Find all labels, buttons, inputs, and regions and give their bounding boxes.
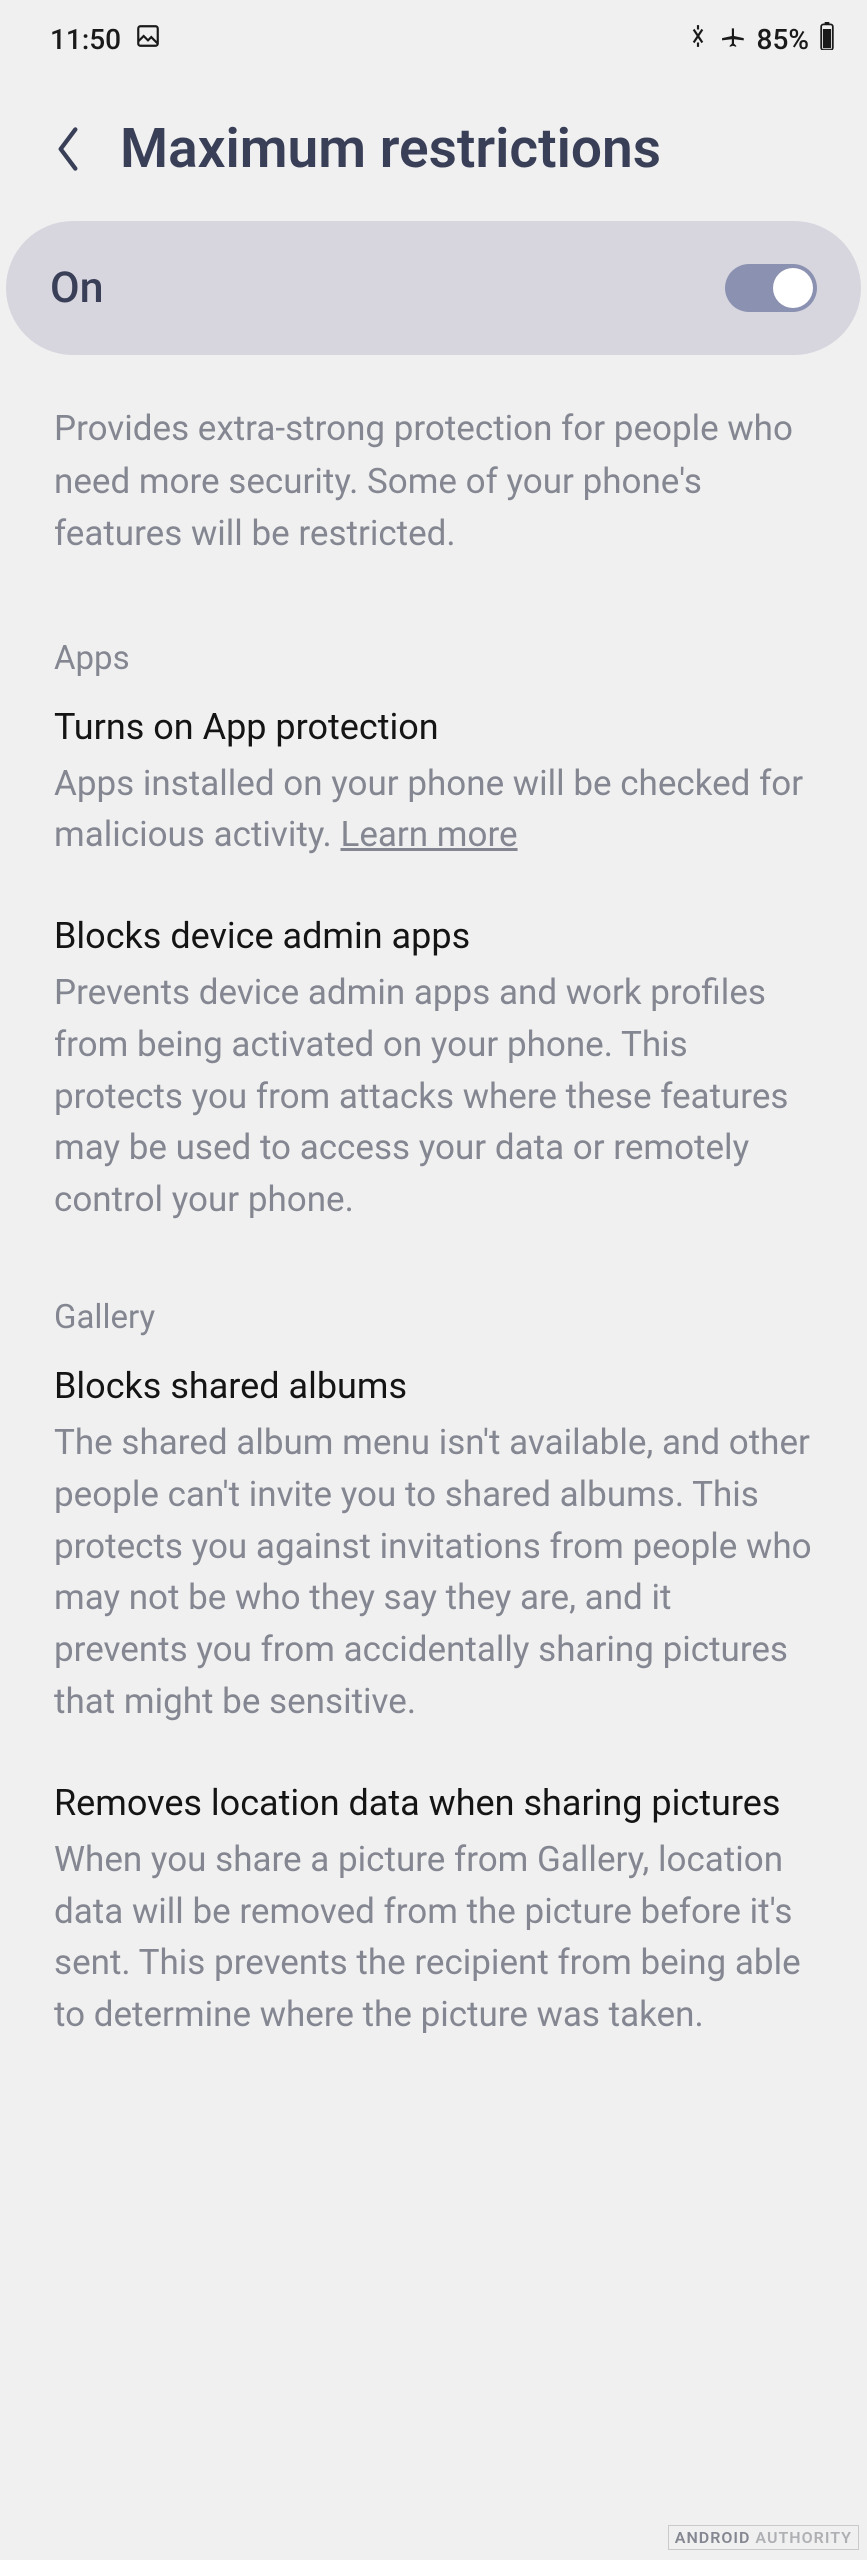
picture-icon — [135, 23, 161, 56]
section-label-apps: Apps — [0, 591, 867, 690]
section-label-gallery: Gallery — [0, 1250, 867, 1349]
switch-knob — [773, 268, 813, 308]
item-desc: The shared album menu isn't available, a… — [0, 1413, 867, 1752]
item-title: Removes location data when sharing pictu… — [0, 1752, 867, 1830]
toggle-label: On — [50, 263, 104, 313]
item-title: Turns on App protection — [0, 690, 867, 754]
item-desc: Prevents device admin apps and work prof… — [0, 963, 867, 1250]
watermark: ANDROID AUTHORITY — [668, 2525, 859, 2550]
page-title: Maximum restrictions — [120, 117, 661, 181]
back-button[interactable] — [48, 129, 88, 169]
status-bar: 11:50 85% — [0, 0, 867, 77]
item-desc: Apps installed on your phone will be che… — [0, 754, 867, 886]
airplane-icon — [721, 23, 747, 56]
chevron-left-icon — [54, 127, 82, 171]
battery-icon — [819, 22, 835, 57]
main-description: Provides extra-strong protection for peo… — [0, 355, 867, 591]
toggle-switch[interactable] — [725, 264, 817, 312]
item-desc: When you share a picture from Gallery, l… — [0, 1830, 867, 2065]
master-toggle-card[interactable]: On — [6, 221, 861, 355]
page-header: Maximum restrictions — [0, 77, 867, 211]
item-title: Blocks shared albums — [0, 1349, 867, 1413]
learn-more-link[interactable]: Learn more — [340, 814, 517, 855]
battery-percentage: 85% — [757, 23, 809, 56]
item-title: Blocks device admin apps — [0, 885, 867, 963]
status-time: 11:50 — [50, 23, 121, 56]
mute-icon — [685, 23, 711, 56]
